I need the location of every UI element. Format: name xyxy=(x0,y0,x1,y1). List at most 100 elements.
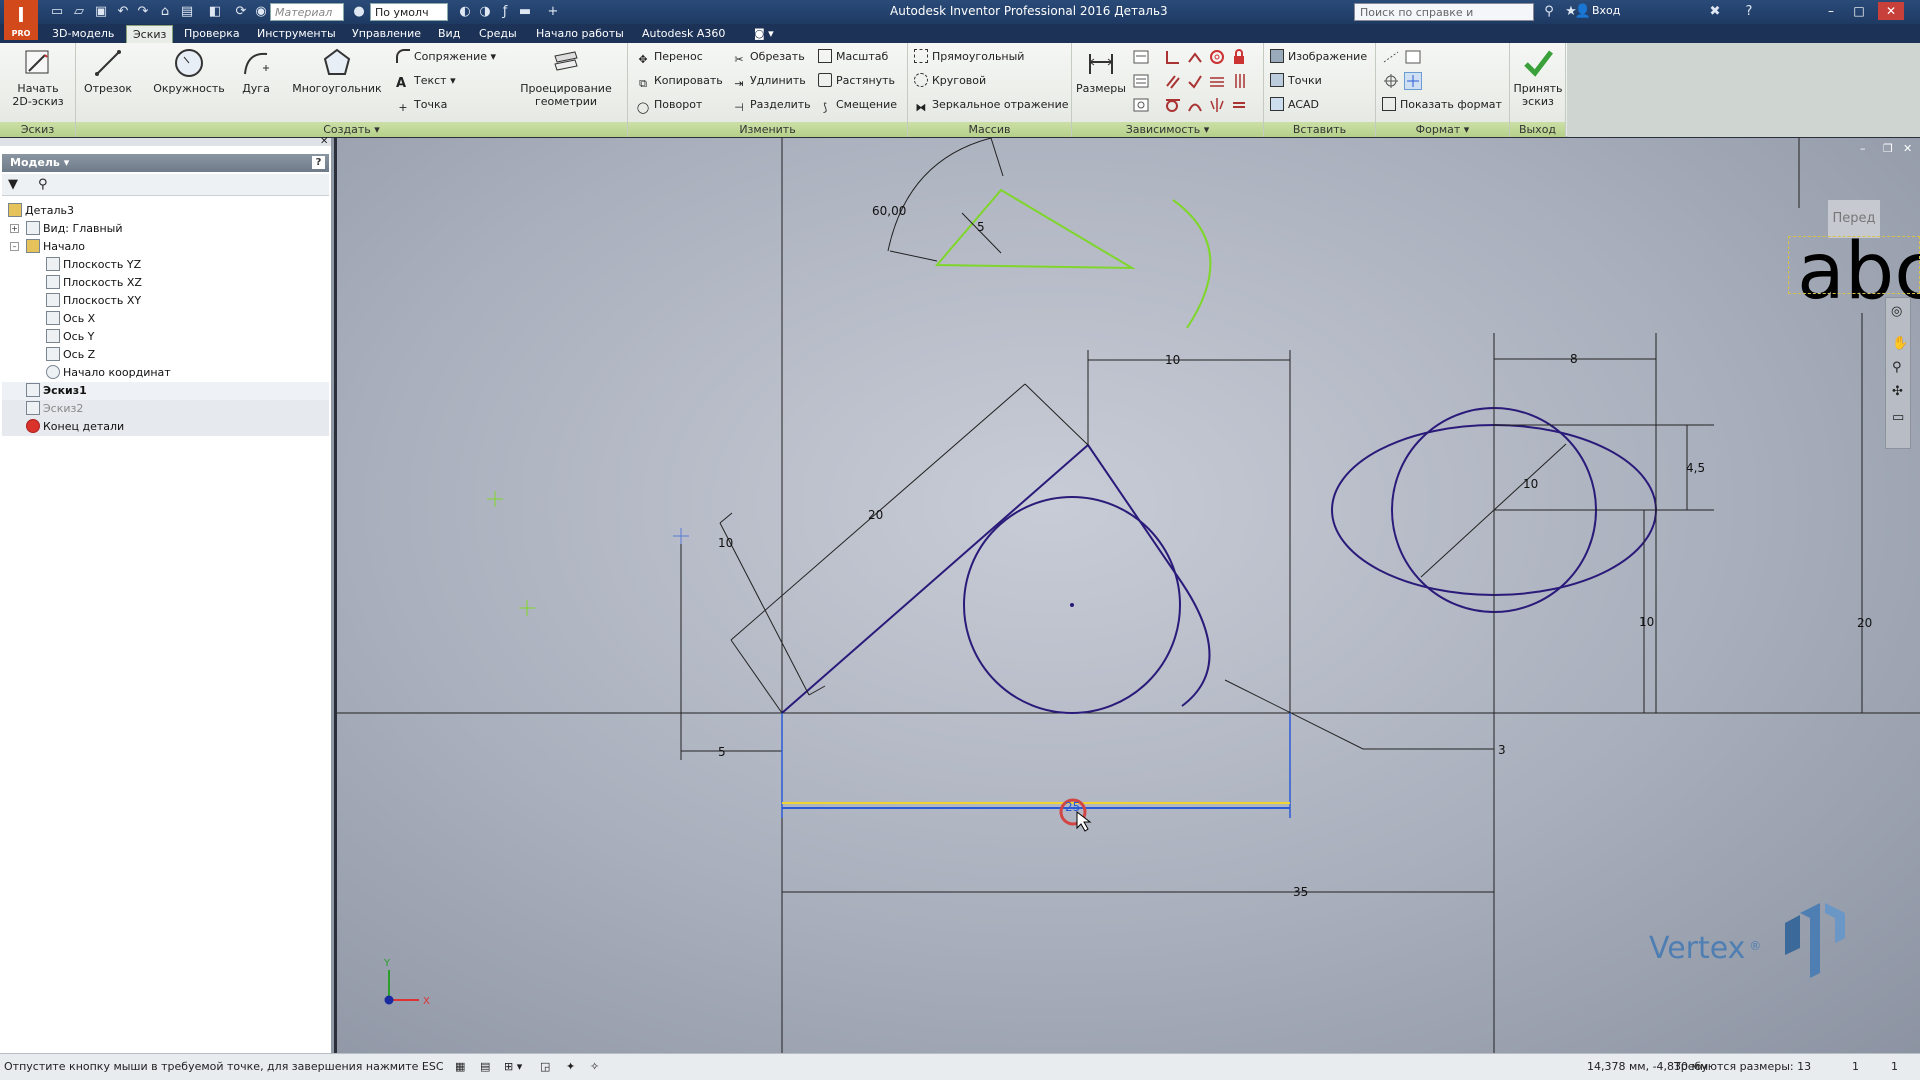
find-icon[interactable]: ⚲ xyxy=(38,177,48,192)
grid-snap-icon[interactable]: ▦ xyxy=(455,1054,465,1080)
undo-icon[interactable]: ↶ xyxy=(114,3,132,21)
dof-icon[interactable]: ✧ xyxy=(590,1054,599,1080)
browser-grip[interactable] xyxy=(0,138,331,146)
dim-label-20-right[interactable]: 20 xyxy=(1857,616,1872,630)
look-at-icon[interactable]: ▭ xyxy=(1892,410,1904,425)
fillet-button[interactable]: Сопряжение ▾ xyxy=(396,48,496,66)
material-select[interactable]: Материал xyxy=(270,3,344,21)
text-button[interactable]: A Текст ▾ xyxy=(396,72,456,91)
offset-button[interactable]: ⟆ Смещение xyxy=(818,96,897,114)
tree-item-plane-yz[interactable]: Плоскость YZ xyxy=(46,256,141,274)
auto-dimension-icon[interactable] xyxy=(1132,48,1150,66)
sketch-point-2[interactable] xyxy=(519,600,535,616)
project-geometry-button[interactable]: Проецирование геометрии xyxy=(516,46,616,108)
tab-environments[interactable]: Среды xyxy=(473,25,523,43)
open-file-icon[interactable]: ▱ xyxy=(70,3,88,21)
save-icon[interactable]: ▣ xyxy=(92,3,110,21)
tab-get-started[interactable]: Начало работы xyxy=(530,25,630,43)
tab-tools[interactable]: Инструменты xyxy=(251,25,342,43)
smooth-constraint-icon[interactable] xyxy=(1186,96,1204,114)
function-icon[interactable]: ƒ xyxy=(496,3,514,21)
browser-help-icon[interactable]: ? xyxy=(312,156,325,169)
tab-inspect[interactable]: Проверка xyxy=(178,25,246,43)
browser-close-icon[interactable]: ✕ xyxy=(320,137,328,147)
driven-dimension-icon[interactable] xyxy=(1404,72,1422,90)
help-search-input[interactable]: Поиск по справке и командам... xyxy=(1354,3,1534,37)
tree-item-origin-point[interactable]: Начало координат xyxy=(46,364,171,382)
triangle-outline[interactable] xyxy=(781,443,1211,714)
copy-button[interactable]: ⧉ Копировать xyxy=(636,72,723,90)
stretch-button[interactable]: Растянуть xyxy=(818,72,895,90)
dim-label-60[interactable]: 60,00 xyxy=(872,204,906,218)
measure-icon[interactable]: ▬ xyxy=(516,3,534,21)
dim-label-20-diag[interactable]: 20 xyxy=(868,508,883,522)
collapse-origin-toggle[interactable]: – xyxy=(10,242,19,251)
inference-icon[interactable]: ◲ xyxy=(540,1054,550,1080)
fix-constraint-icon[interactable] xyxy=(1230,48,1248,66)
sketch-settings-icon[interactable]: ▤ xyxy=(480,1054,490,1080)
tree-item-part[interactable]: Деталь3 xyxy=(8,202,74,220)
tree-item-axis-x[interactable]: Ось X xyxy=(46,310,95,328)
zoom-icon[interactable]: ⚲ xyxy=(1892,360,1902,375)
update-icon[interactable]: ⟳ xyxy=(232,3,250,21)
dim-label-45[interactable]: 4,5 xyxy=(1686,461,1705,475)
dim-label-5-sector[interactable]: 5 xyxy=(977,220,985,234)
browser-header[interactable]: Модель ▾ ? xyxy=(2,154,329,172)
center-point-icon[interactable] xyxy=(1382,72,1400,90)
rectangular-pattern-button[interactable]: Прямоугольный xyxy=(914,48,1024,66)
rotate-button[interactable]: ◯ Поворот xyxy=(636,96,703,114)
folder-icon[interactable]: ▤ xyxy=(178,3,196,21)
sketch-svg[interactable]: 60,00 5 10 8 4,5 20 10 10 10 20 5 3 25 3… xyxy=(337,138,1920,1053)
trim-button[interactable]: ✂ Обрезать xyxy=(732,48,804,66)
arc-button[interactable]: Дуга xyxy=(236,46,276,95)
move-button[interactable]: ✥ Перенос xyxy=(636,48,702,66)
pan-icon[interactable]: ✋ xyxy=(1892,336,1908,351)
symmetric-constraint-icon[interactable] xyxy=(1208,96,1226,114)
dim-label-8[interactable]: 8 xyxy=(1570,352,1578,366)
tree-item-origin[interactable]: Начало xyxy=(26,238,85,256)
tree-item-plane-xy[interactable]: Плоскость XY xyxy=(46,292,141,310)
tangent-constraint-icon[interactable] xyxy=(1164,96,1182,114)
snap-icon[interactable]: ✦ xyxy=(566,1054,575,1080)
coincident-constraint-icon[interactable] xyxy=(1164,48,1182,66)
dim-label-10-right[interactable]: 10 xyxy=(1639,615,1654,629)
filter-icon[interactable]: ▼ xyxy=(8,177,18,192)
tree-item-view[interactable]: Вид: Главный xyxy=(26,220,123,238)
maximize-button[interactable]: □ xyxy=(1846,2,1872,20)
orbit-icon[interactable]: ✣ xyxy=(1892,384,1903,399)
constraint-settings-icon[interactable]: ⊞ ▾ xyxy=(504,1054,522,1080)
horizontal-constraint-icon[interactable] xyxy=(1208,72,1226,90)
tree-item-axis-z[interactable]: Ось Z xyxy=(46,346,95,364)
close-button[interactable]: ✕ xyxy=(1878,2,1904,20)
select-icon[interactable]: ◧ xyxy=(206,3,224,21)
appearance-icon[interactable]: ● xyxy=(350,3,368,21)
sketch-point-1[interactable] xyxy=(487,491,503,507)
tab-3d-model[interactable]: 3D-модель xyxy=(46,25,120,43)
polygon-button[interactable]: Многоугольник xyxy=(290,46,384,95)
dim-label-5-bottom[interactable]: 5 xyxy=(718,745,726,759)
dimension-button[interactable]: Размеры xyxy=(1074,46,1128,95)
extend-button[interactable]: ⇥ Удлинить xyxy=(732,72,805,90)
tab-a360[interactable]: Autodesk A360 xyxy=(636,25,731,43)
tab-sketch[interactable]: Эскиз xyxy=(126,25,174,43)
selected-arc[interactable] xyxy=(1172,199,1212,329)
view-restore-icon[interactable]: ❐ xyxy=(1883,142,1893,155)
perpendicular-constraint-icon[interactable] xyxy=(1186,72,1204,90)
graphics-window[interactable]: 60,00 5 10 8 4,5 20 10 10 10 20 5 3 25 3… xyxy=(337,138,1920,1053)
globe-icon[interactable]: ◉ xyxy=(252,3,270,21)
concentric-constraint-icon[interactable] xyxy=(1208,48,1226,66)
insert-points-button[interactable]: Точки xyxy=(1270,72,1322,90)
redo-icon[interactable]: ↷ xyxy=(134,3,152,21)
sign-in-link[interactable]: Вход xyxy=(1592,4,1620,17)
dim-label-35[interactable]: 35 xyxy=(1293,885,1308,899)
vertical-constraint-icon[interactable] xyxy=(1230,72,1248,90)
dim-label-10-left[interactable]: 10 xyxy=(718,536,733,550)
mirror-button[interactable]: ⧓ Зеркальное отражение xyxy=(914,96,1069,114)
tab-overflow-icon[interactable]: ◙ ▾ xyxy=(748,25,780,43)
new-file-icon[interactable]: ▭ xyxy=(48,3,66,21)
home-icon[interactable]: ⌂ xyxy=(156,3,174,21)
appearance-select[interactable]: По умолч xyxy=(370,3,448,21)
circle-button[interactable]: Окружность xyxy=(152,46,226,95)
clear-appearance-icon[interactable]: ◐ xyxy=(456,3,474,21)
search-icon[interactable]: ⚲ xyxy=(1540,3,1558,21)
